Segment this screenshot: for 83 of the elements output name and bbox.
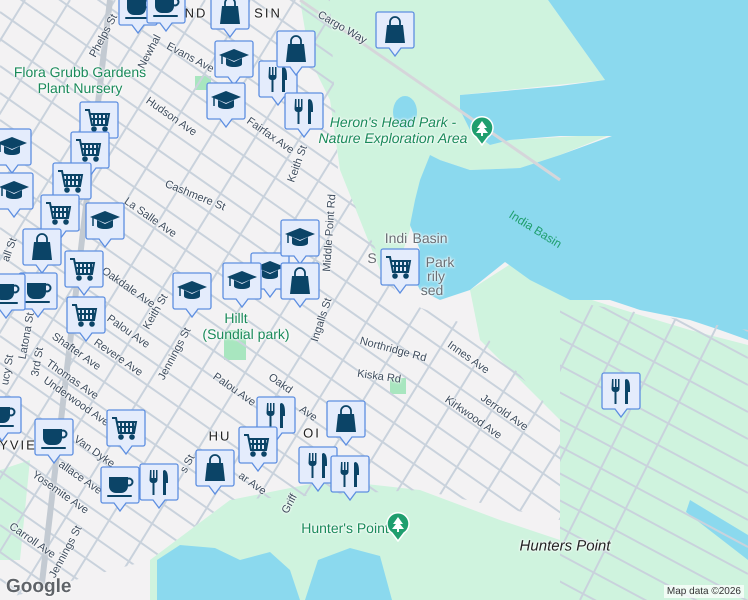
grocery-marker[interactable]	[380, 248, 420, 294]
shop-marker[interactable]	[326, 400, 366, 446]
cart-icon	[85, 109, 110, 132]
cafe-marker[interactable]	[34, 418, 74, 464]
place-label: Indi	[384, 230, 408, 246]
school-marker[interactable]	[222, 262, 262, 308]
street-label: Middle Point Rd	[320, 194, 340, 272]
cart-icon	[72, 304, 98, 327]
shop-marker[interactable]	[276, 30, 316, 76]
fork-knife-icon	[612, 379, 630, 404]
school-marker[interactable]	[0, 128, 32, 174]
coffee-cup-icon	[41, 429, 68, 449]
cafe-marker[interactable]	[100, 466, 140, 512]
cart-icon	[46, 202, 72, 225]
graduation-cap-icon	[0, 181, 29, 199]
park-label: Hunter's Point	[301, 520, 389, 536]
coffee-cup-icon	[0, 284, 20, 304]
district-label: ND	[184, 6, 208, 22]
coffee-cup-icon	[107, 477, 134, 497]
shopping-bag-icon	[385, 16, 405, 43]
fork-knife-icon	[308, 453, 327, 478]
fork-knife-icon	[294, 99, 313, 124]
coffee-cup-icon	[0, 407, 16, 427]
water-area	[686, 500, 748, 560]
cart-icon	[70, 258, 96, 281]
place-label: Park	[426, 254, 454, 270]
district-label: SIN	[254, 6, 282, 22]
place-label: S	[367, 250, 377, 266]
shop-marker[interactable]	[280, 262, 320, 308]
shop-marker[interactable]	[22, 228, 62, 274]
graduation-cap-icon	[177, 281, 207, 299]
district-label: HU	[208, 430, 232, 444]
park-label: Heron's Head Park - Nature Exploration Area	[318, 114, 468, 146]
cart-icon	[76, 139, 102, 162]
cart-icon	[58, 170, 84, 193]
shopping-bag-icon	[286, 35, 306, 62]
street-label: Griff	[280, 492, 300, 516]
graduation-cap-icon	[227, 271, 257, 289]
park-pin[interactable]	[470, 116, 494, 146]
street-label: all St	[0, 236, 20, 264]
street-label: Kiska Rd	[356, 368, 402, 386]
cart-icon	[112, 417, 138, 440]
park-label: Hillt	[224, 310, 248, 326]
street-label: Ingalls St	[309, 296, 335, 344]
graduation-cap-icon	[285, 228, 315, 246]
place-label: rily	[427, 268, 445, 284]
school-marker[interactable]	[0, 172, 34, 218]
grocery-marker[interactable]	[64, 250, 104, 296]
graduation-cap-icon	[90, 211, 120, 229]
shopping-bag-icon	[336, 405, 356, 432]
school-marker[interactable]	[172, 272, 212, 318]
street-label: Ave	[296, 403, 320, 425]
coffee-cup-icon	[25, 283, 52, 303]
shopping-bag-icon	[205, 454, 225, 481]
street-label: ucy St	[0, 354, 17, 386]
graduation-cap-icon	[0, 137, 27, 155]
shopping-bag-icon	[32, 233, 52, 260]
cart-icon	[386, 256, 412, 279]
graduation-cap-icon	[219, 49, 249, 67]
school-marker[interactable]	[206, 82, 246, 128]
street-label: La Salle Ave	[121, 195, 179, 241]
fork-knife-icon	[268, 67, 287, 92]
cart-icon	[244, 434, 270, 457]
fork-knife-icon	[150, 470, 168, 495]
shop-marker[interactable]	[210, 0, 250, 38]
shopping-bag-icon	[290, 267, 310, 294]
street-label: 3rd St	[29, 346, 46, 378]
street-label: s St	[178, 452, 198, 476]
school-marker[interactable]	[280, 219, 320, 265]
area-label: Hunters Point	[520, 537, 610, 555]
map-data-attribution: Map data ©2026	[664, 585, 744, 598]
grocery-marker[interactable]	[238, 426, 278, 472]
shop-marker[interactable]	[195, 449, 235, 495]
street-label: ar Ave	[236, 470, 268, 498]
shopping-bag-icon	[220, 0, 240, 24]
coffee-cup-icon	[153, 0, 180, 17]
fork-knife-icon	[340, 462, 359, 487]
restaurant-marker[interactable]	[139, 463, 179, 509]
fork-knife-icon	[266, 403, 285, 428]
graduation-cap-icon	[211, 91, 241, 109]
school-marker[interactable]	[85, 202, 125, 248]
park-label: (Sundial park)	[202, 326, 290, 342]
district-label: OI	[303, 426, 321, 442]
